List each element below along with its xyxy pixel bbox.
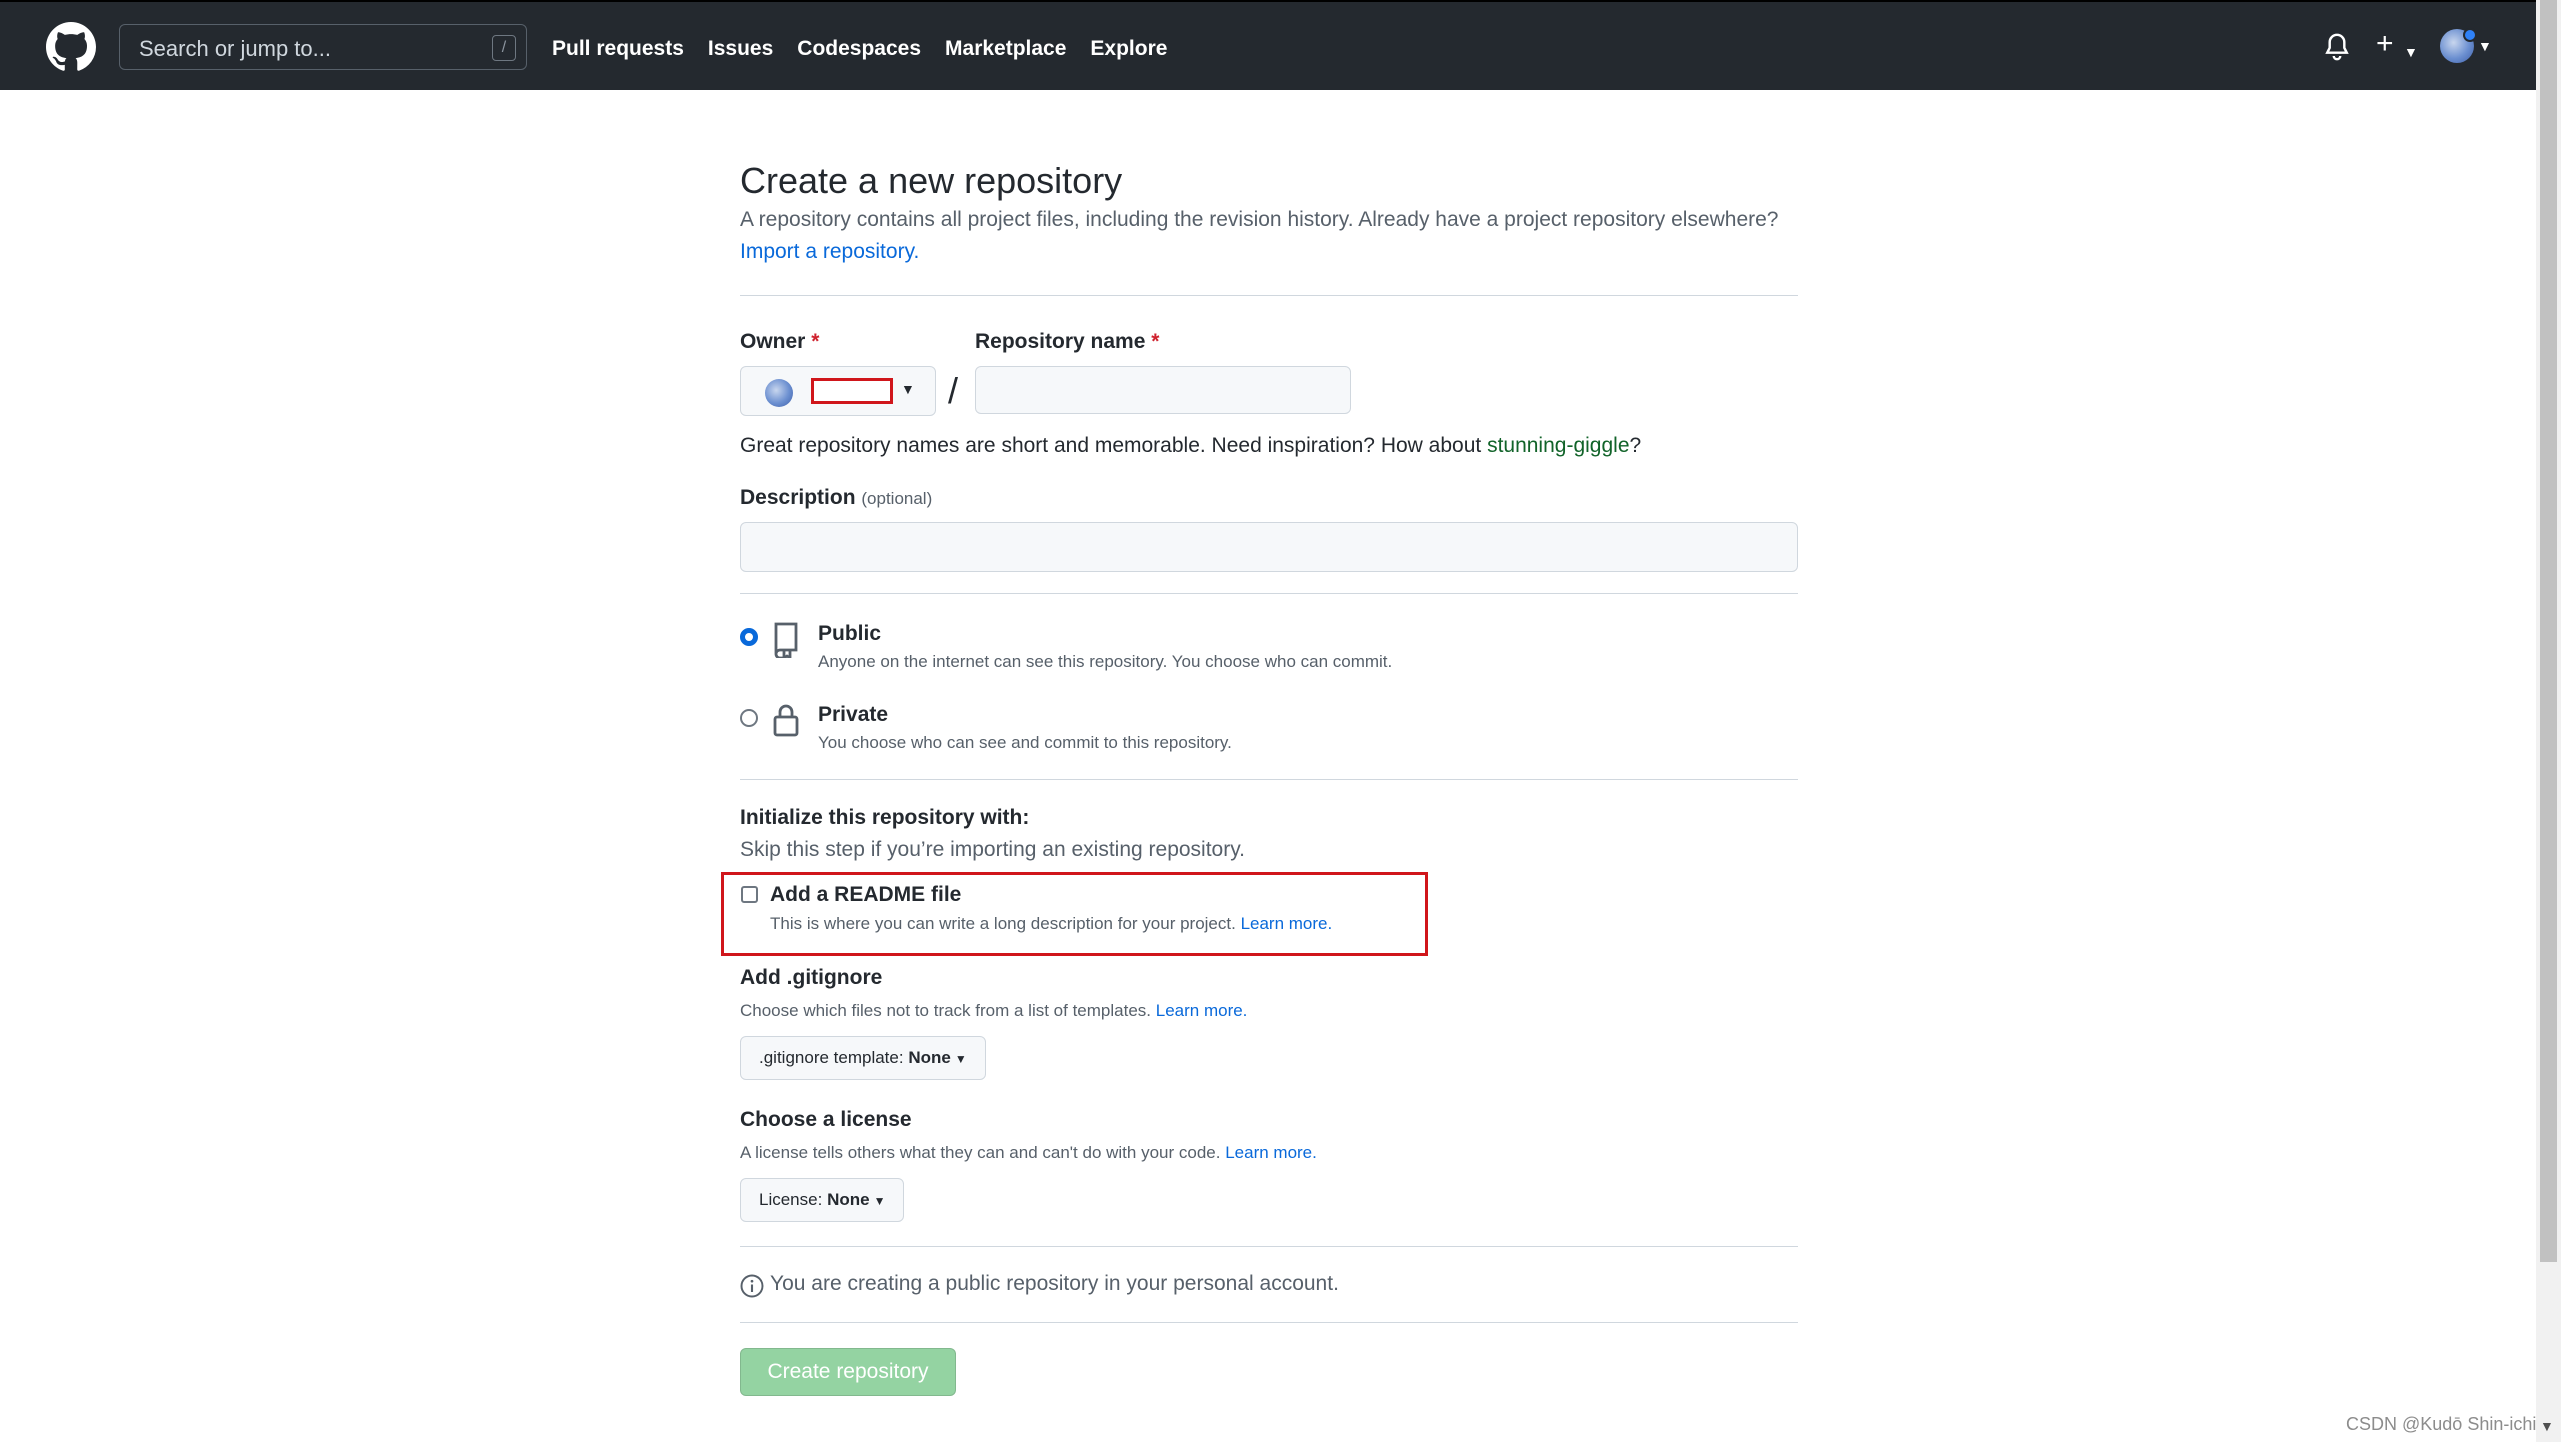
chevron-down-icon: ▼ — [2404, 44, 2418, 60]
plus-icon: + — [2376, 27, 2394, 60]
import-repository-link[interactable]: Import a repository. — [740, 240, 919, 264]
top-navbar: Search or jump to... / Pull requests Iss… — [0, 0, 2536, 90]
name-suggestion-link[interactable]: stunning-giggle — [1487, 434, 1629, 457]
chevron-down-icon: ▼ — [954, 1052, 967, 1066]
search-shortcut-key: / — [492, 35, 516, 61]
description-input[interactable] — [740, 522, 1798, 572]
repo-name-label: Repository name * — [975, 330, 1160, 353]
lock-icon — [772, 703, 800, 737]
primary-nav: Pull requests Issues Codespaces Marketpl… — [552, 36, 1167, 62]
create-repository-button[interactable]: Create repository — [740, 1348, 956, 1396]
info-icon — [740, 1274, 764, 1298]
chevron-down-icon[interactable]: ▼ — [2478, 38, 2492, 54]
page-title: Create a new repository — [740, 160, 1123, 201]
private-radio[interactable] — [740, 709, 758, 727]
init-title: Initialize this repository with: — [740, 806, 1030, 829]
readme-learn-more-link[interactable]: Learn more. — [1241, 914, 1333, 933]
visibility-info-text: You are creating a public repository in … — [770, 1272, 1339, 1295]
divider — [740, 1322, 1798, 1323]
owner-label: Owner * — [740, 330, 820, 353]
scroll-down-arrow-icon[interactable]: ▼ — [2540, 1418, 2554, 1434]
nav-issues[interactable]: Issues — [708, 36, 773, 62]
page-subtitle: A repository contains all project files,… — [740, 208, 1779, 231]
license-learn-more-link[interactable]: Learn more. — [1225, 1143, 1317, 1162]
license-title: Choose a license — [740, 1108, 912, 1131]
nav-explore[interactable]: Explore — [1090, 36, 1167, 62]
chevron-down-icon: ▼ — [873, 1194, 886, 1208]
add-readme-label[interactable]: Add a README file — [770, 883, 961, 907]
nav-marketplace[interactable]: Marketplace — [945, 36, 1066, 62]
notifications-bell-icon[interactable] — [2324, 32, 2352, 62]
nav-pull-requests[interactable]: Pull requests — [552, 36, 684, 62]
repo-name-hint: Great repository names are short and mem… — [740, 434, 1642, 457]
public-radio[interactable] — [740, 628, 758, 646]
private-desc: You choose who can see and commit to thi… — [818, 733, 1232, 752]
scrollbar-thumb[interactable] — [2540, 0, 2557, 1262]
private-title: Private — [818, 703, 889, 726]
add-readme-desc: This is where you can write a long descr… — [770, 914, 1333, 933]
nav-codespaces[interactable]: Codespaces — [797, 36, 921, 62]
owner-select[interactable]: ▼ — [740, 366, 936, 416]
gitignore-learn-more-link[interactable]: Learn more. — [1156, 1001, 1248, 1020]
repo-icon — [772, 622, 800, 658]
watermark-text: CSDN @Kudō Shin-ichi — [2346, 1414, 2537, 1434]
divider — [740, 295, 1798, 296]
required-mark: * — [811, 330, 820, 353]
github-logo-icon[interactable] — [46, 22, 96, 72]
public-desc: Anyone on the internet can see this repo… — [818, 652, 1393, 671]
owner-name-separator: / — [948, 370, 959, 411]
owner-avatar — [765, 379, 793, 407]
search-input[interactable]: Search or jump to... / — [119, 24, 527, 70]
optional-tag: (optional) — [861, 489, 933, 508]
license-select[interactable]: License: None ▼ — [740, 1178, 905, 1222]
init-subtitle: Skip this step if you’re importing an ex… — [740, 838, 1246, 861]
required-mark: * — [1151, 330, 1160, 353]
redacted-owner-name — [811, 378, 893, 404]
description-label: Description (optional) — [740, 486, 933, 509]
gitignore-template-select[interactable]: .gitignore template: None ▼ — [740, 1036, 986, 1080]
divider — [740, 1246, 1798, 1247]
public-title: Public — [818, 622, 882, 645]
create-new-menu[interactable]: + ▼ — [2376, 27, 2420, 62]
status-dot-icon — [2463, 28, 2477, 42]
search-placeholder: Search or jump to... — [139, 36, 331, 61]
gitignore-desc: Choose which files not to track from a l… — [740, 1001, 1248, 1020]
add-readme-checkbox[interactable] — [741, 886, 758, 903]
chevron-down-icon: ▼ — [901, 381, 915, 397]
repository-name-input[interactable] — [975, 366, 1351, 414]
gitignore-title: Add .gitignore — [740, 966, 883, 989]
divider — [740, 593, 1798, 594]
divider — [740, 779, 1798, 780]
license-desc: A license tells others what they can and… — [740, 1143, 1317, 1162]
